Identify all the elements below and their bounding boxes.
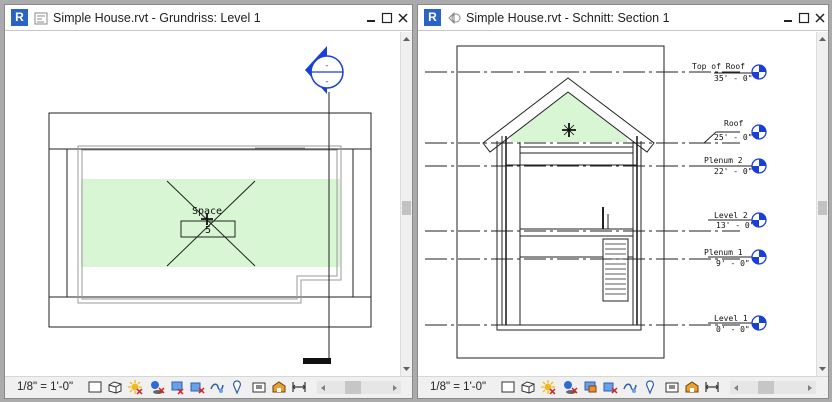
visual-style-icon[interactable]	[107, 379, 123, 395]
scroll-left-arrow-icon[interactable]	[319, 384, 327, 392]
close-icon[interactable]	[395, 9, 411, 27]
section-view-control-bar: 1/8" = 1'-0"	[418, 376, 828, 398]
show-analytical-model-icon[interactable]	[684, 379, 700, 395]
plan-horizontal-scroll-thumb[interactable]	[345, 381, 361, 394]
close-icon[interactable]	[812, 9, 828, 27]
visual-style-icon[interactable]	[520, 379, 536, 395]
scroll-up-arrow-icon[interactable]	[817, 34, 828, 44]
section-vertical-scroll-thumb[interactable]	[818, 201, 827, 215]
floor-plan-view-window[interactable]: R Simple House.rvt - Grundriss: Level 1	[4, 4, 413, 399]
scroll-right-arrow-icon[interactable]	[806, 384, 814, 392]
crop-view-icon[interactable]	[582, 379, 598, 395]
level-elevation: 13' - 0"	[716, 221, 755, 230]
shadows-icon[interactable]	[562, 379, 578, 395]
section-horizontal-scrollbar[interactable]	[730, 381, 816, 394]
level-name: Top of Roof	[692, 62, 745, 71]
svg-text:-: -	[324, 77, 329, 87]
level-line-level-1[interactable]: Level 1 0' - 0"	[425, 314, 752, 334]
plan-horizontal-scrollbar[interactable]	[317, 381, 401, 394]
level-name: Plenum 2	[704, 156, 743, 165]
detail-level-icon[interactable]	[87, 379, 103, 395]
section-vertical-scrollbar[interactable]	[816, 32, 828, 376]
shadows-icon[interactable]	[149, 379, 165, 395]
section-view-scale[interactable]: 1/8" = 1'-0"	[430, 381, 486, 393]
temporary-hide-icon[interactable]	[209, 379, 225, 395]
level-name: Level 2	[714, 211, 748, 220]
level-elevation: 25' - 0"	[714, 133, 753, 142]
plan-view-control-bar: 1/8" = 1'-0"	[5, 376, 412, 398]
level-line-plenum-1[interactable]: Plenum 1 9' - 0"	[425, 248, 752, 268]
highlight-displacement-icon[interactable]	[704, 379, 720, 395]
plan-title-bar[interactable]: R Simple House.rvt - Grundriss: Level 1	[5, 5, 412, 31]
section-title-bar[interactable]: R Simple House.rvt - Schnitt: Section 1	[418, 5, 828, 31]
maximize-icon[interactable]	[379, 9, 395, 27]
show-crop-region-icon[interactable]	[602, 379, 618, 395]
level-elevation: 35' - 0"	[714, 74, 753, 83]
maximize-icon[interactable]	[796, 9, 812, 27]
show-analytical-model-icon[interactable]	[271, 379, 287, 395]
minimize-icon[interactable]	[363, 9, 379, 27]
scroll-down-arrow-icon[interactable]	[817, 364, 828, 374]
level-line-level-2[interactable]: Level 2 13' - 0"	[425, 211, 755, 232]
revit-app-icon: R	[11, 9, 28, 26]
space-number-label: 5	[205, 225, 211, 236]
plan-drawing-canvas[interactable]: Space 5 - -	[5, 32, 400, 376]
section-head-label: -	[324, 61, 329, 71]
floor-plan-drawing: Space 5 - -	[48, 46, 372, 364]
minimize-icon[interactable]	[780, 9, 796, 27]
section-drawing-canvas[interactable]: Top of Roof 35' - 0" Roof 25' - 0" Plenu…	[418, 32, 816, 376]
reveal-hidden-icon[interactable]	[229, 379, 245, 395]
level-head-top-of-roof[interactable]	[751, 64, 767, 80]
temporary-properties-icon[interactable]	[251, 379, 267, 395]
level-name: Level 1	[714, 314, 748, 323]
scroll-down-arrow-icon[interactable]	[401, 364, 412, 374]
floor-plan-view-icon	[34, 12, 48, 25]
section-head-marker[interactable]: - -	[305, 46, 344, 94]
sun-path-icon[interactable]	[127, 379, 143, 395]
highlight-displacement-icon[interactable]	[291, 379, 307, 395]
section-view-icon	[448, 11, 461, 25]
revit-app-icon: R	[424, 9, 441, 26]
level-head-plenum-2[interactable]	[751, 158, 767, 174]
section-horizontal-scroll-thumb[interactable]	[758, 381, 774, 394]
level-head-level-2[interactable]	[751, 212, 767, 228]
detail-level-icon[interactable]	[500, 379, 516, 395]
scroll-right-arrow-icon[interactable]	[391, 384, 399, 392]
level-name: Roof	[724, 119, 743, 128]
temporary-properties-icon[interactable]	[664, 379, 680, 395]
plan-vertical-scroll-thumb[interactable]	[402, 201, 411, 215]
level-line-plenum-2[interactable]: Plenum 2 22' - 0"	[425, 156, 753, 176]
level-elevation: 22' - 0"	[714, 167, 753, 176]
level-head-roof[interactable]	[751, 124, 767, 140]
level-head-plenum-1[interactable]	[751, 249, 767, 265]
show-crop-region-icon[interactable]	[189, 379, 205, 395]
section-drawing: Top of Roof 35' - 0" Roof 25' - 0" Plenu…	[425, 45, 767, 359]
sun-path-icon[interactable]	[540, 379, 556, 395]
plan-vertical-scrollbar[interactable]	[400, 32, 412, 376]
level-name: Plenum 1	[704, 248, 743, 257]
plan-view-scale[interactable]: 1/8" = 1'-0"	[17, 381, 73, 393]
reveal-hidden-icon[interactable]	[642, 379, 658, 395]
level-elevation: 9' - 0"	[716, 259, 750, 268]
level-line-top-of-roof[interactable]: Top of Roof 35' - 0"	[425, 62, 753, 83]
scroll-up-arrow-icon[interactable]	[401, 34, 412, 44]
scroll-left-arrow-icon[interactable]	[732, 384, 740, 392]
plan-window-title: Simple House.rvt - Grundriss: Level 1	[53, 11, 261, 25]
temporary-hide-icon[interactable]	[622, 379, 638, 395]
section-view-window[interactable]: R Simple House.rvt - Schnitt: Section 1	[417, 4, 829, 399]
section-window-title: Simple House.rvt - Schnitt: Section 1	[466, 11, 670, 25]
crop-view-icon[interactable]	[169, 379, 185, 395]
level-elevation: 0' - 0"	[716, 325, 750, 334]
level-head-level-1[interactable]	[751, 315, 767, 331]
